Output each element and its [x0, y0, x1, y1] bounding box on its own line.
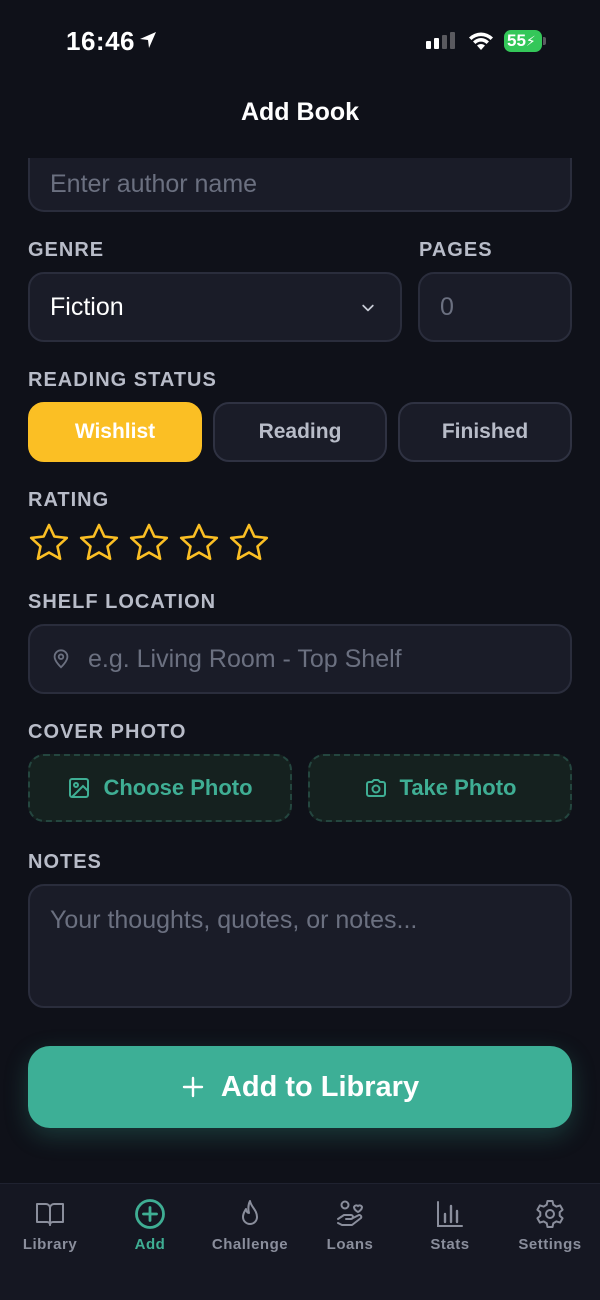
- notes-label: NOTES: [28, 851, 102, 873]
- tab-bar: Library Add Challenge Loans Stats Settin…: [0, 1183, 600, 1300]
- book-icon: [36, 1203, 64, 1226]
- signal-icon: [426, 32, 455, 49]
- notes-placeholder: Your thoughts, quotes, or notes...: [50, 906, 418, 934]
- bar-chart-icon: [437, 1201, 463, 1227]
- gear-icon: [536, 1200, 564, 1228]
- rating-label: RATING: [28, 489, 110, 511]
- status-option-finished[interactable]: Finished: [398, 402, 572, 462]
- tab-label: Add: [134, 1236, 166, 1253]
- tab-label: Stats: [430, 1236, 470, 1253]
- add-to-library-label: Add to Library: [220, 1070, 420, 1103]
- status-bar: 16:46 55 ⚡: [0, 0, 600, 80]
- reading-status-label: READING STATUS: [28, 369, 217, 391]
- choose-photo-label: Choose Photo: [103, 775, 253, 800]
- choose-photo-button[interactable]: Choose Photo: [28, 754, 292, 822]
- flame-icon: [242, 1200, 258, 1225]
- star-icon[interactable]: [128, 522, 170, 564]
- plus-circle-icon: [135, 1199, 165, 1229]
- wifi-icon: [469, 32, 493, 50]
- author-placeholder: Enter author name: [50, 169, 258, 198]
- take-photo-button[interactable]: Take Photo: [308, 754, 572, 822]
- notes-textarea[interactable]: Your thoughts, quotes, or notes...: [28, 884, 572, 1008]
- status-option-reading[interactable]: Reading: [213, 402, 387, 462]
- add-to-library-button[interactable]: Add to Library: [28, 1046, 572, 1128]
- author-input[interactable]: Enter author name: [28, 158, 572, 212]
- status-option-wishlist[interactable]: Wishlist: [28, 402, 202, 462]
- star-icon[interactable]: [78, 522, 120, 564]
- genre-select[interactable]: Fiction: [28, 272, 402, 342]
- pages-input[interactable]: 0: [418, 272, 572, 342]
- tab-label: Library: [22, 1236, 78, 1253]
- status-time: 16:46: [66, 26, 135, 56]
- tab-settings[interactable]: Settings: [500, 1198, 600, 1253]
- rating-stars[interactable]: [28, 522, 270, 562]
- tab-add[interactable]: Add: [100, 1198, 200, 1253]
- pages-label: PAGES: [419, 239, 493, 261]
- battery-indicator: 55 ⚡: [504, 30, 546, 52]
- location-arrow-icon: [140, 32, 156, 48]
- star-icon[interactable]: [28, 522, 70, 564]
- camera-icon: [365, 779, 386, 797]
- pages-placeholder: 0: [440, 292, 454, 321]
- shelf-location-label: SHELF LOCATION: [28, 591, 217, 613]
- chevron-down-icon: [362, 304, 374, 312]
- tab-label: Loans: [326, 1236, 374, 1253]
- shelf-location-input[interactable]: e.g. Living Room - Top Shelf: [28, 624, 572, 694]
- genre-label: GENRE: [28, 239, 105, 261]
- take-photo-label: Take Photo: [399, 775, 517, 800]
- star-icon[interactable]: [228, 522, 270, 564]
- cover-photo-label: COVER PHOTO: [28, 721, 187, 743]
- tab-challenge[interactable]: Challenge: [200, 1198, 300, 1253]
- hand-heart-icon: [337, 1200, 364, 1226]
- plus-icon: [182, 1076, 204, 1098]
- image-icon: [69, 778, 90, 798]
- page-title: Add Book: [240, 98, 360, 126]
- shelf-location-placeholder: e.g. Living Room - Top Shelf: [88, 644, 402, 673]
- tab-label: Challenge: [211, 1236, 289, 1253]
- tab-loans[interactable]: Loans: [300, 1198, 400, 1253]
- star-icon[interactable]: [178, 522, 220, 564]
- tab-label: Settings: [518, 1236, 582, 1253]
- tab-library[interactable]: Library: [0, 1198, 100, 1253]
- tab-stats[interactable]: Stats: [400, 1198, 500, 1253]
- form-scroll-area[interactable]: Enter author name GENRE PAGES Fiction 0 …: [0, 158, 600, 1183]
- battery-level: 55: [507, 31, 526, 50]
- map-pin-icon: [53, 649, 69, 669]
- genre-value: Fiction: [50, 292, 124, 321]
